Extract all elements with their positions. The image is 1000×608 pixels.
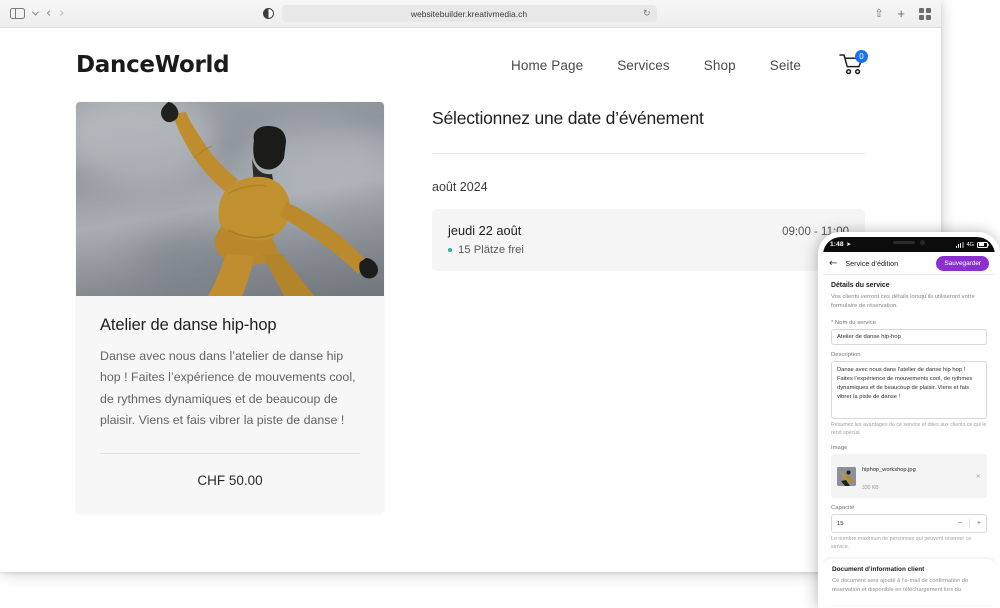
product-image — [76, 102, 384, 296]
new-tab-icon[interactable]: + — [897, 6, 905, 21]
front-camera-icon — [920, 240, 925, 245]
slot-date: jeudi 22 août — [448, 223, 522, 238]
product-description: Danse avec nous dans l’atelier de danse … — [100, 349, 356, 427]
capacity-value[interactable]: 15 — [837, 521, 844, 527]
image-upload-row[interactable]: hiphop_workshop.jpg 330 KB × — [831, 454, 987, 499]
url-text: websitebuilder.kreativmedia.ch — [410, 8, 528, 19]
product-divider — [100, 453, 360, 455]
stepper-divider — [968, 519, 970, 529]
slot-availability-text: 15 Plätze frei — [458, 244, 524, 256]
booking-month-label: août 2024 — [432, 180, 488, 194]
cart-button[interactable]: 0 — [839, 50, 868, 77]
capacity-increment-button[interactable]: + — [977, 520, 981, 527]
capacity-stepper[interactable]: 15 − + — [831, 514, 987, 534]
booking-slot[interactable]: jeudi 22 août 09:00 - 11:00 15 Plätze fr… — [432, 209, 865, 271]
image-thumbnail — [837, 466, 856, 486]
browser-toolbar: ‹ › websitebuilder.kreativmedia.ch ↻ ⇧ + — [0, 0, 941, 28]
nav-item-shop[interactable]: Shop — [704, 58, 736, 73]
description-label: Description — [831, 352, 861, 359]
slot-availability: 15 Plätze frei — [448, 244, 849, 256]
signal-bars-icon — [955, 241, 964, 248]
booking-panel: Sélectionnez une date d’événement août 2… — [432, 102, 865, 514]
image-label: Image — [831, 445, 848, 452]
phone-mockup: 1:48 ➤ 4G ← Service d’édition Sauvegarde… — [818, 232, 1000, 608]
battery-icon — [977, 241, 989, 248]
product-title: Atelier de danse hip-hop — [100, 316, 277, 334]
phone-notch — [893, 240, 925, 245]
phone-screen: 1:48 ➤ 4G ← Service d’édition Sauvegarde… — [823, 237, 995, 608]
service-details-subtext: Vos clients verront ces détails lorsqu’i… — [831, 294, 975, 310]
cart-badge: 0 — [855, 50, 868, 63]
service-name-label: * Nom du service — [831, 320, 876, 327]
remove-image-icon[interactable]: × — [976, 472, 981, 480]
phone-form-content[interactable]: Détails du service Vos clients verront c… — [823, 275, 995, 608]
website-viewport: DanceWorld Home Page Services Shop Seite… — [0, 28, 941, 572]
booking-divider — [432, 153, 865, 154]
site-navigation: Home Page Services Shop Seite 0 — [511, 50, 868, 77]
tab-overview-icon[interactable] — [919, 7, 931, 20]
image-file-size: 330 KB — [862, 485, 879, 492]
address-bar-container: websitebuilder.kreativmedia.ch ↻ — [262, 5, 657, 22]
location-arrow-icon: ➤ — [846, 241, 852, 248]
reader-view-icon[interactable] — [262, 8, 274, 19]
site-content: Atelier de danse hip-hop Danse avec nous… — [0, 102, 941, 515]
product-card: Atelier de danse hip-hop Danse avec nous… — [76, 102, 384, 515]
capacity-decrement-button[interactable]: − — [958, 520, 962, 527]
share-icon[interactable]: ⇧ — [874, 7, 883, 20]
reload-icon[interactable]: ↻ — [643, 9, 651, 19]
phone-page-title: Service d’édition — [845, 258, 899, 268]
availability-dot-icon — [448, 248, 452, 252]
nav-item-services[interactable]: Services — [617, 58, 670, 73]
product-info: Atelier de danse hip-hop Danse avec nous… — [76, 296, 384, 514]
booking-title: Sélectionnez une date d’événement — [432, 108, 704, 128]
site-header: DanceWorld Home Page Services Shop Seite… — [0, 28, 941, 102]
forward-button[interactable]: › — [59, 6, 64, 21]
dancer-illustration — [161, 102, 378, 296]
thumbnail-dancer-icon — [837, 466, 856, 486]
back-arrow-icon[interactable]: ← — [829, 258, 837, 269]
status-time: 1:48 — [830, 241, 844, 248]
description-textarea[interactable]: Danse avec nous dans l’atelier de danse … — [831, 361, 987, 420]
service-details-heading: Détails du service — [831, 282, 890, 289]
service-name-input[interactable]: Atelier de danse hip-hop — [831, 329, 987, 346]
back-button[interactable]: ‹ — [46, 6, 51, 21]
phone-status-bar: 1:48 ➤ 4G — [823, 237, 995, 252]
capacity-label: Capacité — [831, 505, 855, 512]
chevron-down-icon[interactable] — [31, 8, 40, 16]
nav-item-home-page[interactable]: Home Page — [511, 58, 583, 73]
client-document-subtext: Ce document sera ajouté à l’e-mail de co… — [832, 578, 969, 594]
product-price: CHF 50.00 — [197, 473, 263, 489]
description-helper-text: Résumez les avantages de ce service et d… — [831, 422, 987, 437]
site-logo[interactable]: DanceWorld — [76, 52, 230, 78]
sidebar-toggle-icon[interactable] — [10, 7, 25, 20]
phone-app-bar: ← Service d’édition Sauvegarder — [823, 252, 995, 275]
network-type: 4G — [966, 241, 974, 248]
nav-item-seite[interactable]: Seite — [770, 58, 801, 73]
client-document-heading: Document d’information client — [832, 566, 925, 574]
browser-window: ‹ › websitebuilder.kreativmedia.ch ↻ ⇧ +… — [0, 0, 941, 572]
speaker-grille — [893, 241, 915, 244]
capacity-helper-text: Le nombre maximum de personnes qui peuve… — [831, 536, 972, 551]
address-bar[interactable]: websitebuilder.kreativmedia.ch ↻ — [281, 5, 657, 22]
save-button[interactable]: Sauvegarder — [936, 255, 989, 271]
image-file-name: hiphop_workshop.jpg — [862, 467, 916, 474]
client-document-section: Document d’information client Ce documen… — [823, 559, 995, 606]
